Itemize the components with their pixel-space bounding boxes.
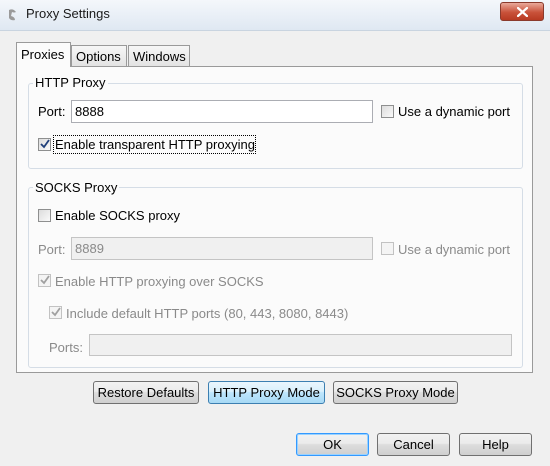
include-default-ports-checkbox[interactable] <box>49 306 62 319</box>
socks-dynamic-port-checkbox[interactable] <box>381 242 394 255</box>
tab-windows[interactable]: Windows <box>128 45 190 66</box>
http-port-label: Port: <box>38 104 66 119</box>
close-button[interactable] <box>500 2 544 21</box>
http-proxy-mode-button[interactable]: HTTP Proxy Mode <box>208 381 325 404</box>
checkmark-icon <box>40 139 50 149</box>
restore-defaults-button[interactable]: Restore Defaults <box>93 381 199 404</box>
ok-button[interactable]: OK <box>296 433 369 456</box>
socks-proxy-mode-button[interactable]: SOCKS Proxy Mode <box>333 381 458 404</box>
app-icon <box>9 9 16 21</box>
socks-dynamic-port-label[interactable]: Use a dynamic port <box>398 242 510 257</box>
socks-port-label: Port: <box>38 242 66 257</box>
include-default-ports-label[interactable]: Include default HTTP ports (80, 443, 808… <box>66 306 348 321</box>
http-proxy-group <box>28 83 523 169</box>
http-over-socks-checkbox[interactable] <box>38 274 51 287</box>
close-icon <box>517 7 528 17</box>
enable-socks-label[interactable]: Enable SOCKS proxy <box>55 208 180 223</box>
http-dynamic-port-checkbox[interactable] <box>381 105 394 118</box>
cancel-button[interactable]: Cancel <box>377 433 450 456</box>
http-proxy-group-label: HTTP Proxy <box>33 75 108 90</box>
http-port-input[interactable]: 8888 <box>71 100 373 123</box>
tab-options[interactable]: Options <box>71 45 127 66</box>
socks-port-input[interactable]: 8889 <box>71 237 373 260</box>
socks-proxy-group-label: SOCKS Proxy <box>33 180 120 195</box>
enable-socks-checkbox[interactable] <box>38 209 51 222</box>
help-button[interactable]: Help <box>459 433 532 456</box>
tab-proxies[interactable]: Proxies <box>16 42 71 67</box>
title-bar: Proxy Settings <box>0 0 550 31</box>
transparent-proxying-checkbox[interactable] <box>38 138 51 151</box>
http-over-socks-label[interactable]: Enable HTTP proxying over SOCKS <box>55 274 264 289</box>
window-title: Proxy Settings <box>26 6 110 21</box>
socks-ports-label: Ports: <box>49 340 83 355</box>
http-dynamic-port-label[interactable]: Use a dynamic port <box>398 104 510 119</box>
transparent-proxying-label[interactable]: Enable transparent HTTP proxying <box>55 137 255 152</box>
checkmark-icon <box>51 307 61 317</box>
checkmark-icon <box>40 275 50 285</box>
socks-ports-input[interactable] <box>89 334 512 356</box>
